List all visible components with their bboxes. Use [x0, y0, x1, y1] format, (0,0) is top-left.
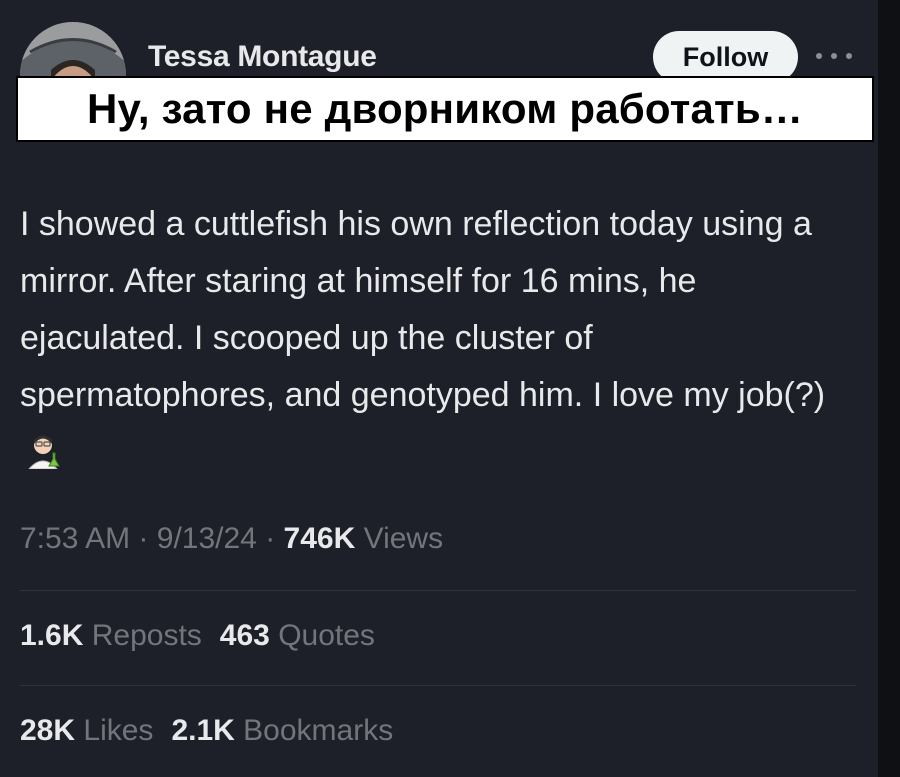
engagement-row-1: 1.6K Reposts 463 Quotes — [20, 619, 393, 653]
quotes-stat[interactable]: 463 Quotes — [220, 619, 375, 652]
dot — [846, 53, 852, 59]
likes-stat[interactable]: 28K Likes — [20, 714, 153, 747]
separator: · — [138, 522, 149, 555]
bookmarks-label: Bookmarks — [243, 714, 394, 747]
scientist-emoji-icon — [26, 430, 64, 470]
quotes-count: 463 — [219, 619, 270, 652]
reposts-label: Reposts — [91, 619, 202, 652]
divider — [20, 685, 856, 686]
reposts-count: 1.6K — [20, 619, 84, 652]
bookmarks-count: 2.1K — [171, 714, 235, 747]
author-name[interactable]: Tessa Montague — [148, 40, 377, 74]
tweet-date[interactable]: 9/13/24 — [157, 522, 257, 555]
likes-count: 28K — [20, 714, 76, 747]
separator: · — [265, 522, 276, 555]
views-label: Views — [363, 522, 444, 555]
bookmarks-stat[interactable]: 2.1K Bookmarks — [171, 714, 393, 747]
tweet-text: I showed a cuttlefish his own reflection… — [20, 205, 826, 414]
dot — [816, 53, 822, 59]
caption-banner: Ну, зато не дворником работать… — [16, 76, 874, 142]
tweet-body: I showed a cuttlefish his own reflection… — [20, 196, 850, 481]
caption-text: Ну, зато не дворником работать… — [86, 85, 804, 132]
tweet-time[interactable]: 7:53 AM — [20, 522, 130, 555]
quotes-label: Quotes — [278, 619, 375, 652]
likes-label: Likes — [83, 714, 154, 747]
views-count: 746K — [283, 522, 356, 555]
divider — [20, 590, 856, 591]
dot — [831, 53, 837, 59]
more-horizontal-icon[interactable] — [816, 44, 852, 68]
reposts-stat[interactable]: 1.6K Reposts — [20, 619, 202, 652]
engagement-row-2: 28K Likes 2.1K Bookmarks — [20, 714, 411, 748]
tweet-meta: 7:53 AM · 9/13/24 · 746K Views — [20, 522, 443, 556]
screen-edge — [878, 0, 900, 777]
